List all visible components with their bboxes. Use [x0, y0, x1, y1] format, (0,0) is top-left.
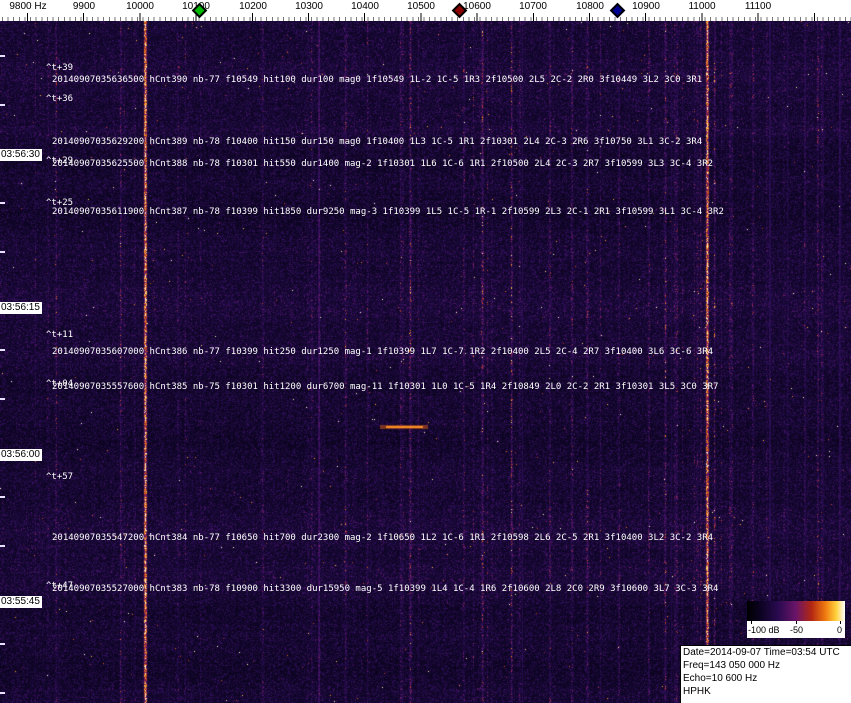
- event-time-marker: ^t+11: [46, 330, 74, 340]
- frequency-tick-marks: [0, 13, 851, 21]
- event-data-line: 20140907035547200 hCnt384 nb-77 f10650 h…: [52, 533, 714, 543]
- time-label: 03:56:30: [0, 149, 42, 161]
- time-label: 03:56:00: [0, 449, 42, 461]
- freq-tick-label: 10300: [295, 1, 323, 12]
- color-scale-label-max: 0: [837, 625, 843, 635]
- event-time-marker: ^t+04: [46, 379, 74, 389]
- time-tick: [0, 545, 5, 547]
- freq-tick-label: 10900: [632, 1, 660, 12]
- color-scale-label-min: -100 dB: [748, 625, 780, 635]
- time-label: 03:55:45: [0, 596, 42, 608]
- time-label: 03:56:15: [0, 302, 42, 314]
- event-data-line: 20140907035629200 hCnt389 nb-78 f10400 h…: [52, 137, 703, 147]
- time-tick: [0, 251, 5, 253]
- time-tick: [0, 55, 5, 57]
- freq-tick-label: 9800 Hz: [9, 1, 47, 12]
- info-line-echo: Echo=10 600 Hz: [683, 673, 758, 684]
- info-line-date: Date=2014-09-07 Time=03:54 UTC: [683, 647, 840, 658]
- freq-tick-label: 10500: [407, 1, 435, 12]
- info-box: Date=2014-09-07 Time=03:54 UTC Freq=143 …: [680, 645, 851, 703]
- time-tick: [0, 104, 5, 106]
- color-scale-label-mid: -50: [790, 625, 804, 635]
- event-data-line: 20140907035557600 hCnt385 nb-75 f10301 h…: [52, 382, 719, 392]
- event-data-line: 20140907035527000 hCnt383 nb-78 f10900 h…: [52, 584, 719, 594]
- freq-tick-label: 10000: [126, 1, 154, 12]
- event-time-marker: ^t+29: [46, 156, 74, 166]
- time-tick: [0, 398, 5, 400]
- freq-tick-label: 11100: [744, 1, 772, 12]
- freq-tick-label: 10200: [239, 1, 267, 12]
- spectrogram-waterfall: [0, 21, 851, 703]
- color-scale-gradient: [747, 601, 845, 621]
- freq-tick-label: 10700: [519, 1, 547, 12]
- event-time-marker: ^t+57: [46, 472, 74, 482]
- event-time-marker: ^t+39: [46, 63, 74, 73]
- event-time-marker: ^t+47: [46, 581, 74, 591]
- info-line-station: HPHK: [683, 686, 711, 697]
- freq-tick-label: 11000: [688, 1, 716, 12]
- frequency-scale: 9800 Hz 9900 10000 10100 10200 10300 104…: [0, 0, 851, 21]
- event-data-line: 20140907035611900 hCnt387 nb-78 f10399 h…: [52, 207, 724, 217]
- event-time-marker: ^t+25: [46, 198, 74, 208]
- event-data-line: 20140907035625500 hCnt388 nb-78 f10301 h…: [52, 159, 714, 169]
- time-tick: [0, 202, 5, 204]
- info-line-freq: Freq=143 050 000 Hz: [683, 660, 781, 671]
- color-scale-labels: -100 dB -50 0: [747, 621, 845, 638]
- freq-tick-label: 10400: [351, 1, 379, 12]
- color-scale: -100 dB -50 0: [747, 601, 845, 638]
- event-data-line: 20140907035607000 hCnt386 nb-77 f10399 h…: [52, 347, 714, 357]
- freq-tick-label: 9900: [72, 1, 96, 12]
- event-data-line: 20140907035636500 hCnt390 nb-77 f10549 h…: [52, 75, 703, 85]
- time-tick: [0, 692, 5, 694]
- freq-tick-label: 10800: [576, 1, 604, 12]
- time-tick: [0, 349, 5, 351]
- spectrogram-window: 9800 Hz 9900 10000 10100 10200 10300 104…: [0, 0, 851, 703]
- event-time-marker: ^t+36: [46, 94, 74, 104]
- time-tick: [0, 496, 5, 498]
- time-tick: [0, 643, 5, 645]
